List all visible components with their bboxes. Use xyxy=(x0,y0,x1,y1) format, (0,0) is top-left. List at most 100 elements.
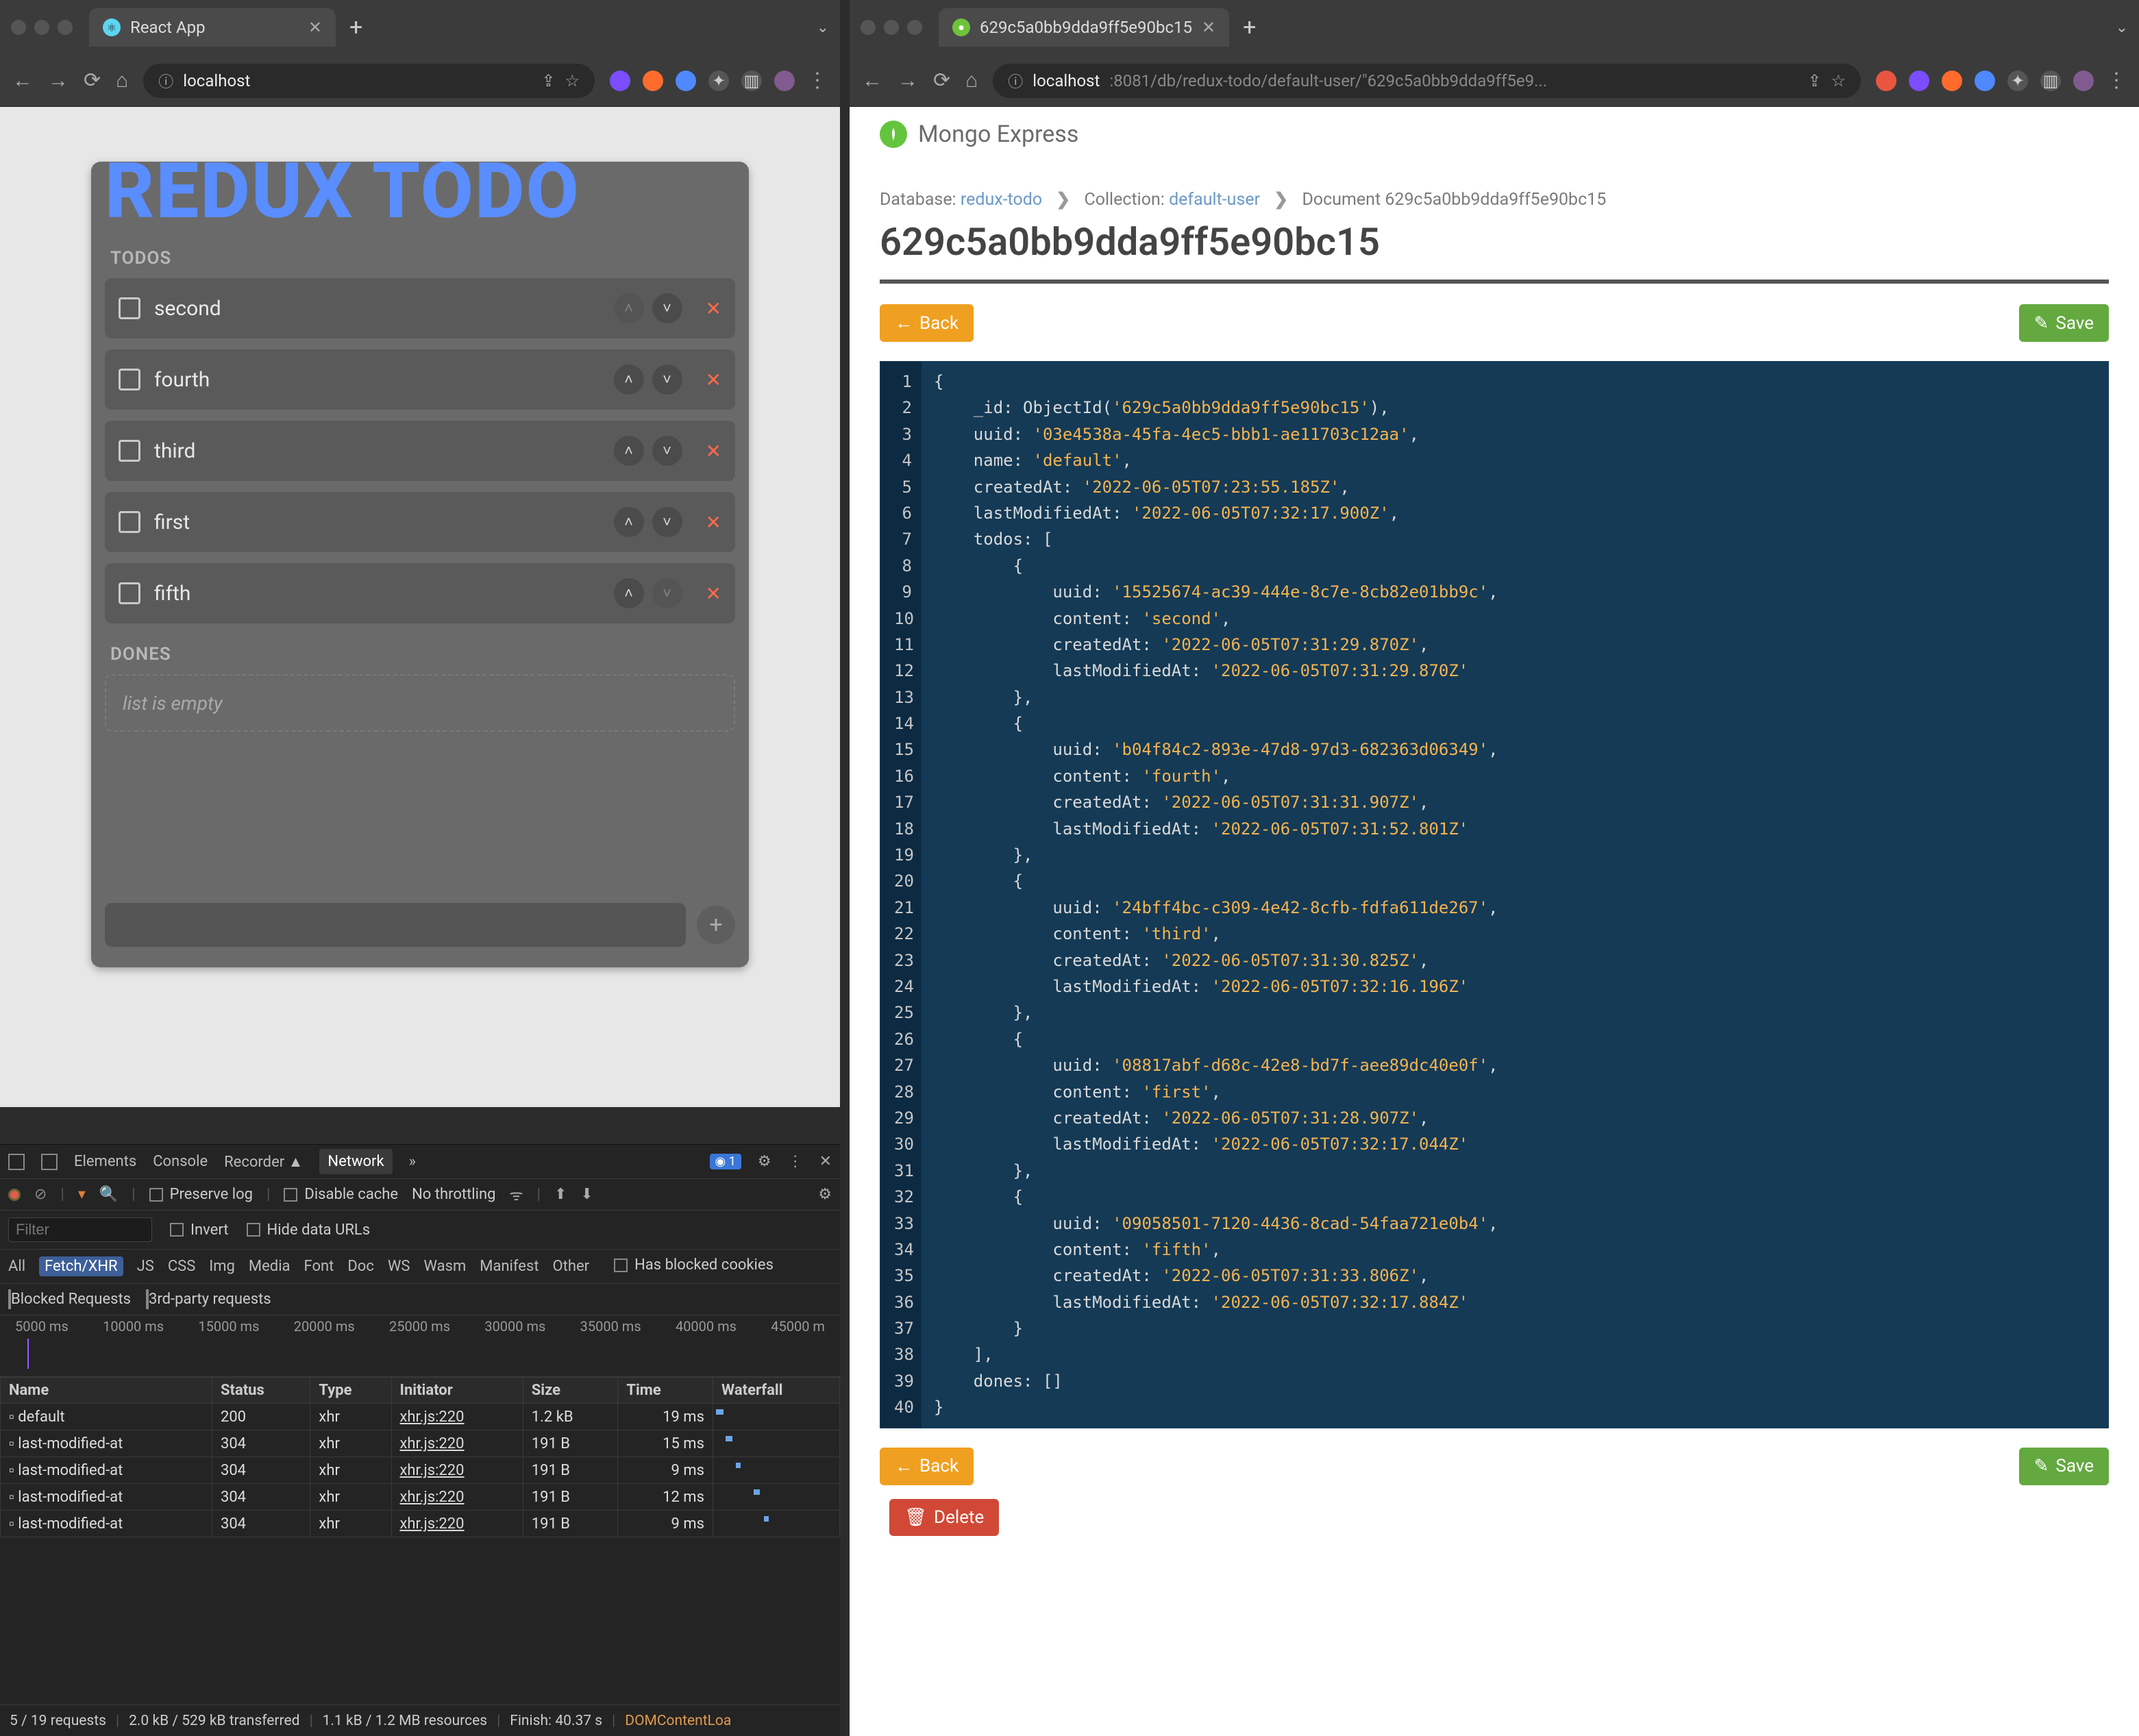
delete-todo-button[interactable]: ✕ xyxy=(706,369,721,391)
filter-manifest[interactable]: Manifest xyxy=(480,1258,539,1275)
delete-button[interactable]: 🗑 Delete xyxy=(889,1499,999,1536)
nav-back-icon[interactable]: ← xyxy=(862,69,882,92)
new-todo-input[interactable] xyxy=(105,903,686,947)
filter-fetch-xhr[interactable]: Fetch/XHR xyxy=(39,1256,123,1276)
ext-icon-2[interactable] xyxy=(643,71,663,91)
tab-console[interactable]: Console xyxy=(153,1153,208,1170)
nav-reload-icon[interactable]: ⟳ xyxy=(84,69,101,92)
close-tab-icon[interactable]: ✕ xyxy=(1202,18,1215,37)
filter-ws[interactable]: WS xyxy=(388,1258,410,1275)
delete-todo-button[interactable]: ✕ xyxy=(706,582,721,605)
ext-icon-a[interactable] xyxy=(1876,71,1896,91)
star-icon[interactable]: ☆ xyxy=(565,71,580,90)
hide-dataurls-checkbox[interactable] xyxy=(247,1223,260,1237)
new-tab-button[interactable]: + xyxy=(349,14,362,41)
share-icon[interactable]: ⇪ xyxy=(541,71,555,90)
move-up-button[interactable]: ˄ xyxy=(614,436,644,466)
initiator-link[interactable]: xhr.js:220 xyxy=(391,1484,523,1511)
filter-doc[interactable]: Doc xyxy=(347,1258,374,1275)
inspect-icon[interactable] xyxy=(8,1154,25,1170)
tabs-more-icon[interactable]: » xyxy=(409,1153,416,1170)
move-up-button[interactable]: ˄ xyxy=(614,507,644,537)
nav-back-icon[interactable]: ← xyxy=(12,69,33,92)
nav-reload-icon[interactable]: ⟳ xyxy=(933,69,950,92)
breadcrumb-col[interactable]: default-user xyxy=(1169,190,1260,210)
filter-font[interactable]: Font xyxy=(304,1258,334,1275)
move-down-button[interactable]: ˅ xyxy=(652,364,682,395)
preserve-log-checkbox[interactable] xyxy=(149,1188,163,1202)
traffic-close[interactable] xyxy=(861,20,876,35)
tabs-overflow-icon[interactable]: ⌄ xyxy=(817,19,829,36)
traffic-max[interactable] xyxy=(58,20,73,35)
move-down-button[interactable]: ˅ xyxy=(652,436,682,466)
back-button[interactable]: ← Back xyxy=(880,304,974,342)
site-info-icon[interactable]: ⓘ xyxy=(158,70,173,92)
network-filter-input[interactable] xyxy=(8,1217,152,1242)
todo-checkbox[interactable] xyxy=(119,369,140,390)
filter-other[interactable]: Other xyxy=(553,1258,590,1275)
new-tab-button[interactable]: + xyxy=(1243,14,1256,41)
menu-kebab-icon[interactable]: ⋮ xyxy=(807,69,828,92)
col-status[interactable]: Status xyxy=(212,1378,310,1404)
filter-js[interactable]: JS xyxy=(137,1258,154,1275)
brand-title[interactable]: Mongo Express xyxy=(918,121,1078,148)
initiator-link[interactable]: xhr.js:220 xyxy=(391,1457,523,1484)
network-timeline[interactable]: 5000 ms10000 ms15000 ms20000 ms25000 ms3… xyxy=(0,1315,840,1377)
has-blocked-checkbox[interactable] xyxy=(614,1258,628,1272)
network-row[interactable]: ▫ default200xhrxhr.js:2201.2 kB19 ms xyxy=(1,1404,840,1430)
record-icon[interactable] xyxy=(8,1189,21,1201)
traffic-min[interactable] xyxy=(34,20,49,35)
traffic-close[interactable] xyxy=(11,20,26,35)
delete-todo-button[interactable]: ✕ xyxy=(706,297,721,320)
upload-icon[interactable]: ⬆ xyxy=(554,1186,567,1203)
ext-icon-b[interactable] xyxy=(1909,71,1929,91)
filter-css[interactable]: CSS xyxy=(168,1258,195,1275)
panel-icon[interactable]: ▥ xyxy=(741,71,762,91)
wifi-icon[interactable]: ᯤ xyxy=(510,1185,523,1205)
col-type[interactable]: Type xyxy=(310,1378,391,1404)
network-row[interactable]: ▫ last-modified-at304xhrxhr.js:220191 B9… xyxy=(1,1511,840,1537)
panel-icon[interactable]: ▥ xyxy=(2040,71,2061,91)
ext-icon-c[interactable] xyxy=(1942,71,1962,91)
move-down-button[interactable]: ˅ xyxy=(652,578,682,608)
issues-badge[interactable]: ◉ 1 xyxy=(710,1154,741,1169)
close-tab-icon[interactable]: ✕ xyxy=(308,18,322,37)
devtools-close-icon[interactable]: ✕ xyxy=(819,1153,832,1170)
save-button[interactable]: ✎ Save xyxy=(2019,304,2109,342)
throttling-select[interactable]: No throttling xyxy=(412,1186,495,1203)
devtools-more-icon[interactable]: ⋮ xyxy=(788,1153,803,1170)
nav-home-icon[interactable]: ⌂ xyxy=(965,69,978,92)
search-icon[interactable]: 🔍 xyxy=(99,1186,118,1203)
initiator-link[interactable]: xhr.js:220 xyxy=(391,1511,523,1537)
col-size[interactable]: Size xyxy=(523,1378,618,1404)
star-icon[interactable]: ☆ xyxy=(1831,71,1846,90)
add-button[interactable]: + xyxy=(697,906,735,944)
save-button-bottom[interactable]: ✎ Save xyxy=(2019,1448,2109,1485)
filter-media[interactable]: Media xyxy=(249,1258,290,1275)
url-bar-right[interactable]: ⓘ localhost:8081/db/redux-todo/default-u… xyxy=(993,64,1861,98)
tab-network[interactable]: Network xyxy=(319,1149,392,1174)
ext-icon-d[interactable] xyxy=(1975,71,1995,91)
col-time[interactable]: Time xyxy=(618,1378,713,1404)
puzzle-icon[interactable]: ✦ xyxy=(708,71,729,91)
tab-elements[interactable]: Elements xyxy=(74,1153,136,1170)
back-button-bottom[interactable]: ← Back xyxy=(880,1448,974,1485)
ext-icon-3[interactable] xyxy=(676,71,696,91)
share-icon[interactable]: ⇪ xyxy=(1807,71,1821,90)
devtools-settings-icon[interactable]: ⚙ xyxy=(758,1153,771,1170)
initiator-link[interactable]: xhr.js:220 xyxy=(391,1404,523,1430)
ext-icon-1[interactable] xyxy=(610,71,630,91)
clear-icon[interactable]: ⊘ xyxy=(34,1186,47,1203)
traffic-max[interactable] xyxy=(907,20,922,35)
profile-avatar[interactable] xyxy=(2073,71,2094,91)
network-row[interactable]: ▫ last-modified-at304xhrxhr.js:220191 B9… xyxy=(1,1457,840,1484)
network-settings-icon[interactable]: ⚙ xyxy=(818,1186,832,1203)
move-up-button[interactable]: ˄ xyxy=(614,578,644,608)
filter-toggle-icon[interactable]: ▾ xyxy=(78,1186,86,1203)
move-down-button[interactable]: ˅ xyxy=(652,293,682,323)
todo-checkbox[interactable] xyxy=(119,297,140,319)
puzzle-icon[interactable]: ✦ xyxy=(2007,71,2028,91)
nav-home-icon[interactable]: ⌂ xyxy=(116,69,128,92)
delete-todo-button[interactable]: ✕ xyxy=(706,511,721,534)
move-down-button[interactable]: ˅ xyxy=(652,507,682,537)
